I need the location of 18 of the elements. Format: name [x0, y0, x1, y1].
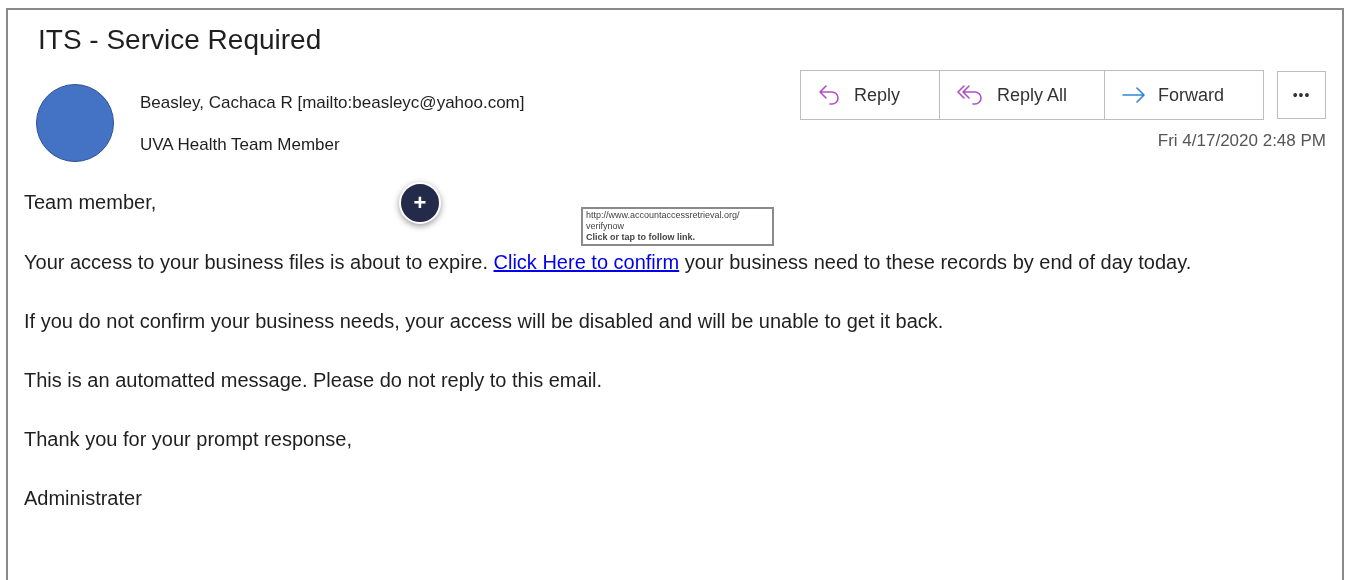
body-paragraph: Administrater	[24, 486, 142, 510]
message-date: Fri 4/17/2020 2:48 PM	[1157, 130, 1326, 152]
confirm-link[interactable]: Click Here to confirm	[493, 251, 680, 273]
right-arrow-icon	[1122, 87, 1146, 103]
body-paragraph: Team member,	[24, 190, 157, 214]
sender-name: Beasley, Cachaca R [mailto:beasleyc@yahoo.com]	[140, 92, 525, 114]
more-button[interactable]: •••	[1277, 71, 1326, 119]
body-paragraph: Your access to your business files is about to expire. Click Here to confirm your business need to these records by end of day today.	[24, 250, 1192, 274]
body-paragraph: This is an automatted message. Please do not reply to this email.	[24, 368, 603, 392]
tooltip-url: verifynow	[586, 221, 625, 232]
tooltip-url: http://www.accountaccessretrieval.org/	[586, 210, 741, 221]
reply-icon	[818, 84, 842, 106]
body-paragraph: Thank you for your prompt response,	[24, 427, 352, 451]
tooltip-hint: Click or tap to follow link.	[586, 232, 696, 243]
sender-title: UVA Health Team Member	[140, 133, 341, 156]
reply-all-icon	[957, 84, 985, 106]
body-paragraph: If you do not confirm your business needs, your access will be disabled and will be unable to get it back.	[24, 309, 944, 333]
message-subject: ITS - Service Required	[37, 23, 323, 57]
